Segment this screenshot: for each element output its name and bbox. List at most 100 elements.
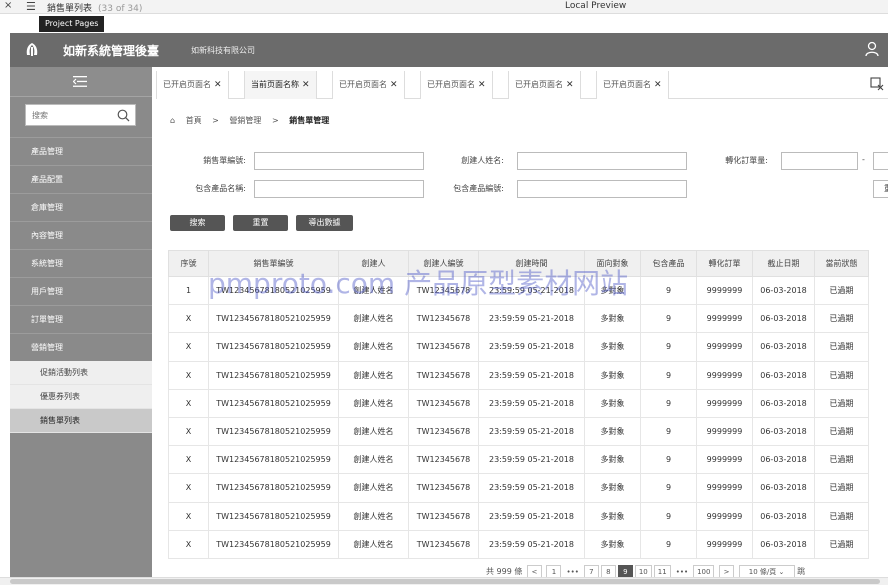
table-cell: TW12345678 <box>408 529 479 559</box>
tab-close-icon[interactable]: ✕ <box>302 80 310 90</box>
convert-qty-min-input[interactable] <box>781 152 858 170</box>
table-cell: TW12345678 <box>408 416 479 447</box>
table-row[interactable]: X TW12345678180521025959 創建人姓名 TW12345678 23… <box>168 501 869 531</box>
convert-qty-max-input[interactable] <box>873 152 888 170</box>
reset-button[interactable]: 重置 <box>233 215 288 231</box>
table-cell: TW12345678 <box>408 332 479 362</box>
table-row[interactable]: X TW12345678180521025959 創建人姓名 TW12345678 23… <box>168 360 869 390</box>
table-row[interactable]: 1 TW12345678180521025959 創建人姓名 TW12345678 23… <box>168 275 869 306</box>
tab-opened-3[interactable]: 已开启页面名 ✕ <box>420 71 493 99</box>
table-cell: 23:59:59 05-21-2018 <box>478 304 585 334</box>
chevron-down-icon: ⌄ <box>778 568 785 576</box>
table-cell: 9 <box>640 473 697 503</box>
creator-name-input[interactable] <box>517 152 687 170</box>
tab-opened-4[interactable]: 已开启页面名 ✕ <box>508 71 581 99</box>
tab-opened-1[interactable]: 已开启页面名 ✕ <box>156 71 229 99</box>
breadcrumb-separator: > <box>271 116 279 125</box>
tab-current[interactable]: 当前页面名称 ✕ <box>244 71 317 99</box>
table-header-row: 序號 銷售單編號 創建人 創建人編號 創建時間 面向對象 包含產品 轉化訂單 截… <box>168 250 869 277</box>
table-row[interactable]: X TW12345678180521025959 創建人姓名 TW12345678 23… <box>168 332 869 362</box>
table-cell: 23:59:59 05-21-2018 <box>478 445 585 475</box>
tab-label: 已开启页面名 <box>603 80 651 89</box>
breadcrumb-marketing[interactable]: 營銷管理 <box>229 116 261 125</box>
table-cell: TW12345678180521025959 <box>208 445 339 475</box>
table-cell: 9999999 <box>696 416 753 447</box>
tab-label: 当前页面名称 <box>251 80 299 89</box>
table-cell: 多對象 <box>584 529 641 559</box>
table-cell: 多對象 <box>584 445 641 475</box>
tab-close-icon[interactable]: ✕ <box>214 80 222 90</box>
tab-label: 已开启页面名 <box>339 80 387 89</box>
product-no-label: 包含產品編號: <box>453 184 504 193</box>
table-cell: 23:59:59 05-21-2018 <box>478 529 585 559</box>
sales-order-table: 序號 銷售單編號 創建人 創建人編號 創建時間 面向對象 包含產品 轉化訂單 截… <box>168 250 869 559</box>
table-row[interactable]: X TW12345678180521025959 創建人姓名 TW12345678 23… <box>168 529 869 559</box>
column-header: 面向對象 <box>584 250 641 277</box>
table-cell: 06-03-2018 <box>752 445 815 475</box>
table-cell: 多對象 <box>584 332 641 362</box>
product-name-input[interactable] <box>254 180 424 198</box>
table-cell: 已過期 <box>814 501 869 531</box>
order-no-input[interactable] <box>254 152 424 170</box>
table-cell: 創建人姓名 <box>338 501 409 531</box>
table-cell: 9 <box>640 275 697 306</box>
reset-filter-button[interactable]: 重 <box>873 180 888 198</box>
tab-close-icon[interactable]: ✕ <box>478 80 486 90</box>
table-cell: 9 <box>640 529 697 559</box>
table-row[interactable]: X TW12345678180521025959 創建人姓名 TW12345678 23… <box>168 445 869 475</box>
tab-opened-5[interactable]: 已开启页面名 ✕ <box>596 71 669 99</box>
table-cell: 9 <box>640 360 697 390</box>
table-cell: 創建人姓名 <box>338 332 409 362</box>
scrollbar-thumb[interactable] <box>10 579 880 584</box>
column-header: 序號 <box>168 250 209 277</box>
tab-close-icon[interactable]: ✕ <box>390 80 398 90</box>
table-cell: 1 <box>168 275 209 306</box>
table-cell: 9 <box>640 445 697 475</box>
tab-close-icon[interactable]: ✕ <box>654 80 662 90</box>
table-cell: 創建人姓名 <box>338 445 409 475</box>
tab-label: 已开启页面名 <box>515 80 563 89</box>
table-row[interactable]: X TW12345678180521025959 創建人姓名 TW12345678 23… <box>168 416 869 447</box>
table-cell: 創建人姓名 <box>338 388 409 418</box>
export-button[interactable]: 導出數據 <box>296 215 353 231</box>
table-cell: 9999999 <box>696 275 753 306</box>
column-header: 創建時間 <box>478 250 585 277</box>
creator-name-label: 創建人姓名: <box>461 156 504 165</box>
home-icon[interactable]: ⌂ <box>170 116 175 125</box>
table-cell: 創建人姓名 <box>338 529 409 559</box>
breadcrumb-home[interactable]: 首頁 <box>186 116 202 125</box>
table-cell: 多對象 <box>584 416 641 447</box>
table-cell: 多對象 <box>584 501 641 531</box>
table-row[interactable]: X TW12345678180521025959 創建人姓名 TW12345678 23… <box>168 304 869 334</box>
table-cell: X <box>168 445 209 475</box>
close-all-tabs-icon[interactable] <box>870 77 884 91</box>
horizontal-scrollbar[interactable] <box>0 577 888 585</box>
table-cell: 06-03-2018 <box>752 304 815 334</box>
breadcrumb: ⌂ 首頁 > 營銷管理 > 銷售單管理 <box>170 115 337 126</box>
column-header: 包含產品 <box>640 250 697 277</box>
search-button[interactable]: 搜索 <box>170 215 225 231</box>
table-cell: 9999999 <box>696 473 753 503</box>
table-cell: 已過期 <box>814 304 869 334</box>
table-cell: X <box>168 304 209 334</box>
table-cell: TW12345678180521025959 <box>208 388 339 418</box>
table-cell: X <box>168 388 209 418</box>
table-cell: 多對象 <box>584 275 641 306</box>
table-cell: TW12345678180521025959 <box>208 529 339 559</box>
table-cell: TW12345678 <box>408 445 479 475</box>
table-cell: 06-03-2018 <box>752 529 815 559</box>
table-cell: TW12345678180521025959 <box>208 275 339 306</box>
table-cell: 9999999 <box>696 304 753 334</box>
product-no-input[interactable] <box>517 180 687 198</box>
table-cell: 已過期 <box>814 275 869 306</box>
tab-close-icon[interactable]: ✕ <box>566 80 574 90</box>
tab-opened-2[interactable]: 已开启页面名 ✕ <box>332 71 405 99</box>
table-cell: TW12345678180521025959 <box>208 416 339 447</box>
table-row[interactable]: X TW12345678180521025959 創建人姓名 TW12345678 23… <box>168 473 869 503</box>
table-row[interactable]: X TW12345678180521025959 創建人姓名 TW12345678 23… <box>168 388 869 418</box>
table-cell: 06-03-2018 <box>752 332 815 362</box>
table-cell: 創建人姓名 <box>338 473 409 503</box>
page-jump-label: 跳 <box>797 567 806 576</box>
table-cell: X <box>168 473 209 503</box>
column-header: 當前狀態 <box>814 250 869 277</box>
